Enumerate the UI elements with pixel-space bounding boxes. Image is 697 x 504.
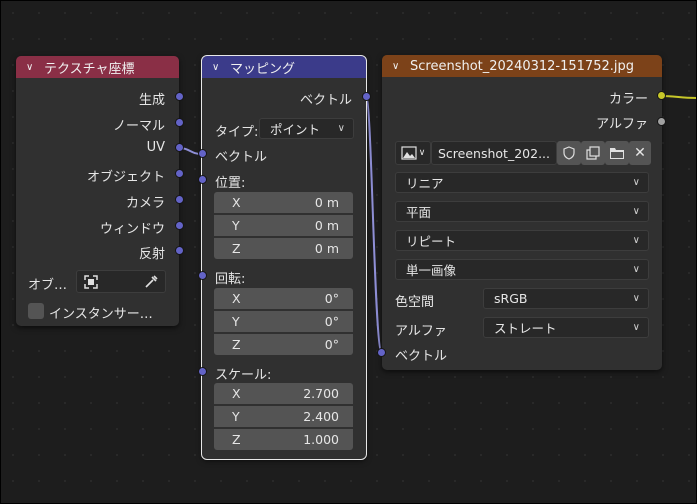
socket-scale[interactable] xyxy=(198,367,207,376)
output-alpha-label: アルファ xyxy=(596,117,648,132)
object-field[interactable] xyxy=(76,270,166,293)
alpha-mode-dropdown[interactable]: ストレート ∨ xyxy=(483,317,649,338)
output-color-label: カラー xyxy=(608,92,648,107)
socket-generated[interactable] xyxy=(175,92,184,101)
eyedropper-icon[interactable] xyxy=(143,274,159,290)
chevron-down-icon: ∨ xyxy=(337,123,345,134)
texture-coordinate-header[interactable]: ∨ テクスチャ座標 xyxy=(16,56,179,78)
duplicate-icon xyxy=(586,146,600,160)
link-mapping-to-image-vector xyxy=(365,96,383,354)
location-label: 位置: xyxy=(215,176,246,191)
unlink-image-button[interactable]: ✕ xyxy=(629,141,651,165)
interpolation-dropdown[interactable]: リニア ∨ xyxy=(395,172,649,193)
rotation-x-field[interactable]: X 0° xyxy=(214,288,353,309)
type-label: タイプ: xyxy=(215,125,259,140)
scale-x-field[interactable]: X 2.700 xyxy=(214,383,353,404)
output-camera: カメラ xyxy=(125,196,165,211)
mapping-node[interactable]: ∨ マッピング ベクトル タイプ: ポイント ∨ ベクトル 位置: X0 m Y… xyxy=(201,55,367,460)
socket-color-output[interactable] xyxy=(657,91,666,100)
open-image-button[interactable] xyxy=(605,141,629,165)
link-color-output xyxy=(661,95,697,99)
instancer-checkbox[interactable] xyxy=(28,303,44,319)
mapping-header[interactable]: ∨ マッピング xyxy=(202,56,366,78)
node-title: テクスチャ座標 xyxy=(44,61,135,77)
image-icon xyxy=(401,146,417,160)
chevron-down-icon: ∨ xyxy=(632,293,640,304)
location-x-field[interactable]: X0 m xyxy=(214,192,353,213)
projection-dropdown[interactable]: 平面 ∨ xyxy=(395,201,649,222)
shield-icon xyxy=(563,146,575,160)
alpha-mode-label: アルファ xyxy=(395,324,447,339)
output-window: ウィンドウ xyxy=(99,222,165,237)
rotation-y-field[interactable]: Y 0° xyxy=(214,311,353,332)
chevron-down-icon: ∨ xyxy=(632,322,640,333)
chevron-down-icon[interactable]: ∨ xyxy=(212,62,224,73)
output-reflection: 反射 xyxy=(138,247,165,262)
extension-dropdown[interactable]: リピート ∨ xyxy=(395,230,649,251)
chevron-down-icon: ∨ xyxy=(632,235,640,246)
input-vector-label: ベクトル xyxy=(395,349,448,364)
socket-window[interactable] xyxy=(175,221,184,230)
image-name-field[interactable]: Screenshot_202... xyxy=(431,141,557,165)
scale-z-field[interactable]: Z 1.000 xyxy=(214,429,353,450)
output-vector-label: ベクトル xyxy=(299,93,352,108)
image-texture-header[interactable]: ∨ Screenshot_20240312-151752.jpg xyxy=(382,55,662,77)
output-normal: ノーマル xyxy=(112,119,165,134)
folder-icon xyxy=(610,148,624,159)
type-dropdown[interactable]: ポイント ∨ xyxy=(259,118,354,139)
socket-alpha-output[interactable] xyxy=(657,117,666,126)
colorspace-dropdown[interactable]: sRGB ∨ xyxy=(483,288,649,309)
object-select-icon xyxy=(84,274,98,289)
instancer-label: インスタンサー… xyxy=(49,307,153,322)
scale-label: スケール: xyxy=(215,368,272,383)
close-icon: ✕ xyxy=(634,145,646,161)
location-y-field[interactable]: Y0 m xyxy=(214,215,353,236)
image-texture-node[interactable]: ∨ Screenshot_20240312-151752.jpg カラー アルフ… xyxy=(382,55,662,370)
node-title: Screenshot_20240312-151752.jpg xyxy=(410,58,634,74)
colorspace-label: 色空間 xyxy=(395,295,435,310)
rotation-label: 回転: xyxy=(215,272,246,287)
duplicate-image-button[interactable] xyxy=(581,141,605,165)
scale-y-field[interactable]: Y 2.400 xyxy=(214,406,353,427)
object-label: オブ… xyxy=(28,278,68,293)
chevron-down-icon[interactable]: ∨ xyxy=(26,62,38,73)
chevron-down-icon[interactable]: ∨ xyxy=(392,61,404,72)
output-object: オブジェクト xyxy=(86,170,165,185)
output-generated: 生成 xyxy=(138,93,165,108)
socket-image-input-vector[interactable] xyxy=(377,348,386,357)
chevron-down-icon: ∨ xyxy=(418,148,426,158)
chevron-down-icon: ∨ xyxy=(632,177,640,188)
chevron-down-icon: ∨ xyxy=(632,206,640,217)
fake-user-button[interactable] xyxy=(557,141,581,165)
socket-camera[interactable] xyxy=(175,195,184,204)
node-title: マッピング xyxy=(230,61,296,77)
socket-location[interactable] xyxy=(198,175,207,184)
image-name: Screenshot_202... xyxy=(438,145,550,161)
socket-uv[interactable] xyxy=(175,143,184,152)
socket-rotation[interactable] xyxy=(198,271,207,280)
socket-normal[interactable] xyxy=(175,118,184,127)
source-dropdown[interactable]: 単一画像 ∨ xyxy=(395,259,649,280)
input-vector-label: ベクトル xyxy=(215,150,268,165)
chevron-down-icon: ∨ xyxy=(632,264,640,275)
image-browse-button[interactable]: ∨ xyxy=(395,141,431,165)
output-uv: UV xyxy=(146,140,165,155)
location-z-field[interactable]: Z0 m xyxy=(214,238,353,259)
texture-coordinate-node[interactable]: ∨ テクスチャ座標 生成 ノーマル UV オブジェクト カメラ ウィンドウ 反射… xyxy=(16,56,179,326)
type-value: ポイント xyxy=(270,122,321,137)
socket-mapping-output-vector[interactable] xyxy=(362,92,371,101)
socket-reflection[interactable] xyxy=(175,246,184,255)
socket-mapping-input-vector[interactable] xyxy=(198,149,207,158)
rotation-z-field[interactable]: Z 0° xyxy=(214,334,353,355)
socket-object[interactable] xyxy=(175,169,184,178)
